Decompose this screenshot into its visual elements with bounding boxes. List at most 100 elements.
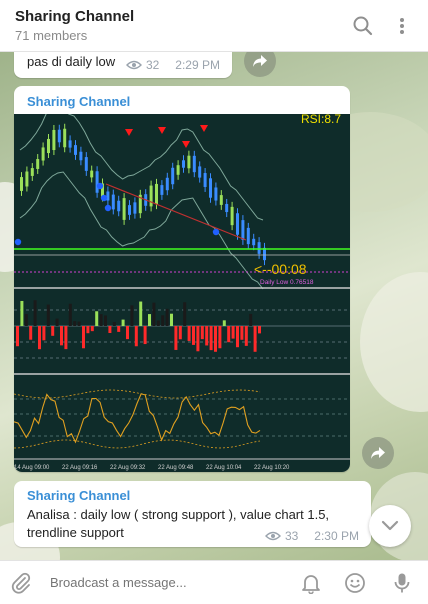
candle [128, 205, 131, 215]
candle [25, 171, 29, 187]
chat-title[interactable]: Sharing Channel [15, 8, 134, 25]
histogram-bar [178, 326, 182, 340]
candle [90, 170, 94, 178]
time-axis-tick-label: 14 Aug 09:00 [14, 465, 50, 471]
message-sender[interactable]: Sharing Channel [27, 488, 130, 503]
histogram-bar [249, 313, 253, 326]
candle [111, 194, 115, 210]
histogram-bar [112, 321, 116, 326]
message-text: pas di daily low [27, 54, 116, 69]
share-arrow-icon [371, 447, 385, 459]
candle [68, 140, 72, 148]
histogram-bar [16, 326, 19, 347]
histogram-bar [222, 320, 226, 326]
oscillator-band-lower [14, 439, 261, 449]
candle [63, 128, 67, 148]
microphone-icon[interactable] [391, 572, 413, 599]
candle [198, 166, 202, 178]
scroll-to-bottom-button[interactable] [369, 505, 411, 547]
indicator-label: RSI:8.7 [301, 114, 341, 126]
signal-dot [104, 204, 112, 212]
time-axis-tick-label: 22 Aug 09:32 [110, 465, 146, 471]
candle [133, 202, 137, 214]
search-icon[interactable] [351, 14, 375, 38]
histogram-bar [95, 311, 99, 326]
candle [246, 227, 250, 245]
sell-arrow-marker [125, 129, 133, 136]
histogram-bar [86, 326, 90, 334]
candle [257, 242, 261, 254]
candle [57, 129, 61, 143]
message-meta: 32 2:29 PM [125, 58, 220, 72]
candle [252, 238, 256, 246]
histogram-bar [55, 318, 59, 326]
time-axis-tick-label: 22 Aug 09:16 [62, 465, 98, 471]
histogram-bar [121, 319, 125, 326]
histogram-bar [161, 315, 165, 326]
histogram-bar [156, 320, 160, 326]
histogram-bar [117, 326, 121, 332]
candle [41, 147, 45, 161]
oscillator-line [14, 393, 261, 444]
histogram-bar [183, 302, 187, 326]
candle [192, 155, 196, 173]
histogram-bar [73, 321, 77, 326]
more-options-icon[interactable] [390, 14, 414, 38]
candle [219, 195, 223, 205]
histogram-bar [196, 326, 200, 352]
views-eye-icon [125, 60, 142, 70]
share-arrow-icon [253, 55, 267, 67]
candle [236, 213, 239, 235]
message-meta: 33 2:30 PM [264, 529, 359, 543]
histogram-bar [64, 326, 68, 350]
histogram-bar [170, 313, 173, 326]
message-bubble[interactable]: pas di daily low 32 2:29 PM [14, 52, 232, 78]
views-eye-icon [264, 531, 281, 541]
message-bubble[interactable]: Sharing Channel 14 Aug 09:00 22 Aug 09:16… [14, 86, 350, 472]
histogram-bar [108, 326, 112, 334]
histogram-bar [240, 326, 244, 340]
histogram-bar [20, 300, 24, 326]
oscillator-panel [14, 389, 350, 449]
histogram-bar [214, 326, 217, 352]
message-bubble[interactable]: Sharing Channel Analisa : daily low ( st… [14, 481, 371, 547]
candle [84, 157, 88, 171]
candle [241, 220, 245, 240]
candle [74, 145, 77, 155]
message-sender[interactable]: Sharing Channel [27, 94, 130, 109]
candle [225, 203, 229, 213]
chart-image[interactable]: 14 Aug 09:00 22 Aug 09:16 22 Aug 09:32 22 A… [14, 114, 350, 472]
time-axis-labels: 14 Aug 09:00 22 Aug 09:16 22 Aug 09:32 22 A… [14, 465, 290, 471]
histogram-bar [51, 326, 55, 336]
emoji-icon[interactable] [344, 572, 366, 599]
histogram-bar [236, 326, 239, 348]
message-input[interactable] [50, 575, 250, 590]
candle [187, 155, 191, 169]
candle [230, 206, 234, 226]
time-axis-tick-label: 22 Aug 09:48 [158, 465, 194, 471]
histogram-bar [192, 326, 195, 345]
histogram-bar [200, 326, 204, 340]
candle [160, 185, 164, 195]
time-axis-tick-label: 22 Aug 10:04 [206, 465, 242, 471]
candle [20, 177, 23, 191]
histogram-bar [77, 321, 81, 326]
histogram-bar [90, 326, 94, 332]
histogram-bar [104, 315, 107, 326]
bell-icon[interactable] [300, 572, 322, 599]
candle [47, 138, 50, 154]
attach-icon[interactable] [9, 571, 33, 600]
candle [214, 187, 218, 201]
candle [95, 171, 99, 193]
message-time: 2:29 PM [175, 58, 220, 72]
share-button[interactable] [362, 437, 394, 469]
chat-header: Sharing Channel 71 members [0, 0, 428, 52]
candle [182, 160, 185, 168]
view-count: 32 [145, 58, 160, 72]
histogram-bar [258, 326, 261, 334]
candle [203, 173, 207, 187]
countdown-label: <--00:08 [254, 261, 307, 277]
candle [36, 159, 40, 169]
histogram-bar [187, 326, 191, 341]
histogram-panel [14, 300, 350, 359]
